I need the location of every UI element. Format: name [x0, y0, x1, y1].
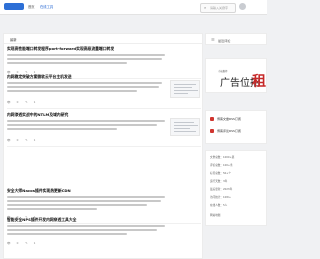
article-thumbnail[interactable] — [170, 80, 200, 98]
comment-icon: ✎ — [25, 138, 28, 142]
nav-home[interactable]: 首页 — [28, 4, 35, 9]
nav-tools[interactable]: 在线工具 — [40, 4, 53, 9]
excerpt-line — [7, 208, 97, 210]
divider — [7, 146, 201, 147]
info-line: 最后更新：2023年 — [210, 188, 233, 191]
excerpt-line — [7, 200, 161, 202]
ad-small-text: 小站推荐 — [218, 70, 228, 73]
list-header: 最新 — [4, 34, 202, 44]
user-avatar-icon[interactable] — [239, 3, 246, 10]
article-meta: 👁 0 ✎ 1 — [7, 241, 36, 245]
comment-icon: ✎ — [25, 241, 28, 245]
comment-icon: ✎ — [25, 100, 28, 104]
excerpt-line — [7, 82, 162, 84]
article-title[interactable]: 内网稳定突破方案微软云平台主机发送 — [7, 74, 197, 80]
excerpt-line — [7, 58, 162, 60]
excerpt-line — [7, 204, 147, 206]
search-icon[interactable]: ⌕ — [204, 5, 206, 10]
article-thumbnail[interactable] — [170, 118, 200, 136]
ad-banner[interactable]: 小站推荐 广告位招 租 — [205, 58, 267, 93]
sidebar-header: ☰ 最近评论 — [205, 33, 267, 45]
eye-icon: 👁 — [7, 138, 11, 142]
excerpt-line — [7, 196, 165, 198]
rss-icon — [210, 129, 214, 133]
ad-image[interactable]: 小站推荐 广告位招 租 — [208, 61, 266, 92]
excerpt-line — [7, 86, 159, 88]
comment-icon: ☰ — [211, 37, 215, 42]
info-line: 评论总数：100+条 — [210, 164, 233, 167]
info-line: 运行天数：3年 — [210, 180, 228, 183]
article-meta: 👁 0 ✎ 1 — [7, 100, 36, 104]
excerpt-line — [7, 124, 157, 126]
article-item[interactable]: 内网稳定突破方案微软云平台主机发送 👁 0 ✎ 1 — [7, 74, 201, 112]
rss-comments-link[interactable]: 博客评论RSS订阅 — [210, 129, 266, 133]
excerpt-line — [7, 229, 157, 231]
article-title[interactable]: 安全大师Nacos插件实现热更新CDN — [7, 188, 197, 194]
search-input[interactable]: 请输入关键字 — [210, 6, 228, 10]
article-item[interactable]: 内网渗透实战中的NTLM及域内研究 👁 0 ✎ 1 — [7, 112, 201, 150]
eye-icon: 👁 — [7, 241, 11, 245]
article-list: 最新 实现高性能端口转发程序port-forward实现高级流量端口转发 👁 0 … — [3, 33, 203, 259]
top-bar: 首页 在线工具 ⌕ 请输入关键字 — [0, 0, 267, 15]
rss-box: 博客文章RSS订阅 博客评论RSS订阅 — [205, 110, 267, 144]
excerpt-line — [7, 62, 127, 64]
info-line: 访问统计：10W+ — [210, 196, 232, 199]
divider — [7, 108, 201, 109]
ad-accent-char: 租 — [252, 74, 266, 90]
excerpt-line — [7, 128, 117, 130]
rss-icon — [210, 117, 214, 121]
info-line: 文章总数：1000+篇 — [210, 156, 235, 159]
article-title[interactable]: 智能安全NPS插件开发内网穿透工具大全 — [7, 217, 197, 223]
excerpt-line — [7, 233, 127, 235]
info-line: 在线人数：5人 — [210, 204, 228, 207]
site-map-link[interactable]: 网站地图 — [210, 213, 220, 217]
site-info-box: 文章总数：1000+篇 评论总数：100+条 标签总数：50+个 运行天数：3年… — [205, 150, 267, 226]
excerpt-line — [7, 90, 137, 92]
sidebar-title: 最近评论 — [218, 39, 231, 43]
article-meta: 👁 0 ✎ 1 — [7, 138, 36, 142]
article-title[interactable]: 实现高性能端口转发程序port-forward实现高级流量端口转发 — [7, 46, 197, 52]
search-box[interactable]: ⌕ 请输入关键字 — [200, 3, 236, 13]
article-title[interactable]: 内网渗透实战中的NTLM及域内研究 — [7, 112, 197, 118]
rss-posts-link[interactable]: 博客文章RSS订阅 — [210, 117, 266, 121]
article-item[interactable]: 智能安全NPS插件开发内网穿透工具大全 👁 0 ✎ 1 — [7, 217, 201, 257]
excerpt-line — [7, 120, 165, 122]
site-logo[interactable] — [4, 3, 24, 10]
section-title: 最新 — [10, 38, 17, 42]
excerpt-line — [7, 54, 165, 56]
info-line: 标签总数：50+个 — [210, 172, 232, 175]
eye-icon: 👁 — [7, 100, 11, 104]
excerpt-line — [7, 225, 165, 227]
